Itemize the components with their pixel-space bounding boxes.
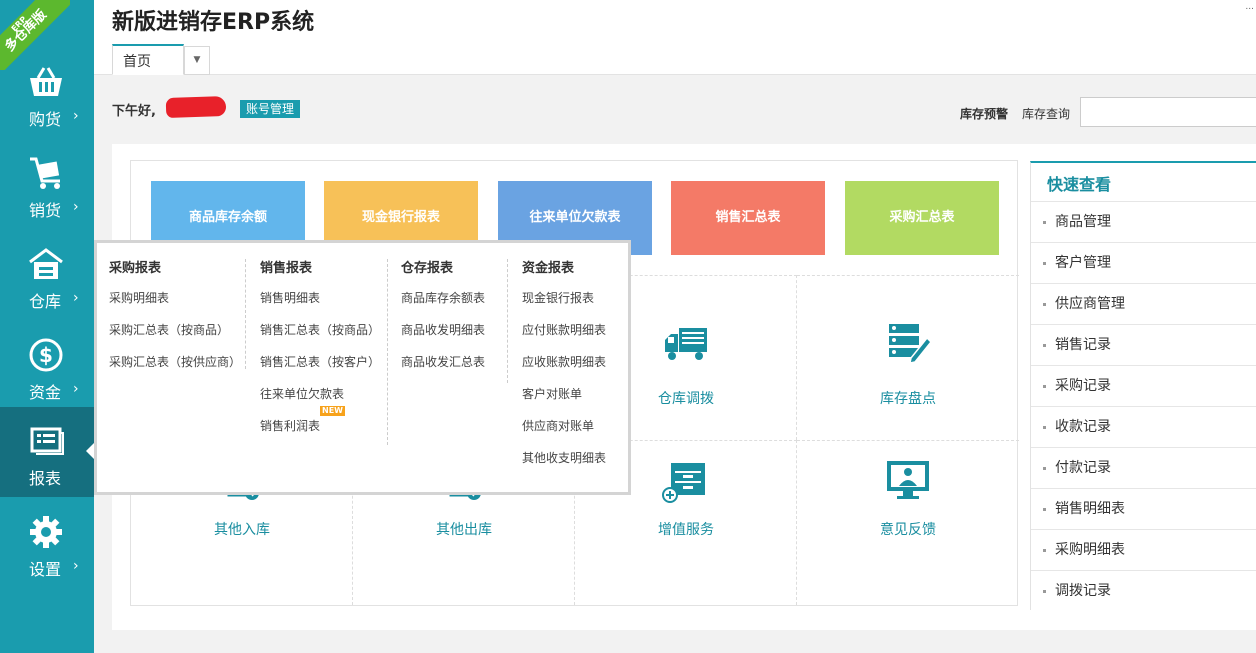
menu-column-stock: 仓存报表 商品库存余额表 商品收发明细表 商品收发汇总表 [401, 257, 485, 385]
report-dropdown-menu: 采购报表 采购明细表 采购汇总表（按商品） 采购汇总表（按供应商） 销售报表 销… [94, 240, 631, 495]
menu-item-purchase-details[interactable]: 采购明细表 [109, 289, 241, 321]
dollar-icon: $ [29, 338, 63, 372]
menu-item-payables[interactable]: 应付账款明细表 [522, 321, 606, 353]
inventory-check-icon [889, 324, 933, 364]
stock-query-input[interactable] [1080, 97, 1256, 127]
quick-item-customer-management[interactable]: 客户管理 [1031, 242, 1256, 283]
stock-alert-link[interactable]: 库存预警 [960, 105, 1008, 122]
menu-item-cash-bank[interactable]: 现金银行报表 [522, 289, 606, 321]
menu-item-supplier-statement[interactable]: 供应商对账单 [522, 417, 606, 449]
app-title: 新版进销存ERP系统 [112, 10, 315, 35]
menu-item-stock-balance[interactable]: 商品库存余额表 [401, 289, 485, 321]
greeting-text: 下午好, [112, 104, 156, 119]
chevron-right-icon: › [73, 381, 79, 397]
sidebar-item-sales[interactable]: 销货 › [0, 139, 94, 229]
quick-item-sales-details[interactable]: 销售明细表 [1031, 488, 1256, 529]
grid-label: 增值服务 [658, 522, 714, 538]
grid-label: 库存盘点 [880, 391, 936, 407]
sidebar-item-warehouse[interactable]: 仓库 › [0, 230, 94, 320]
sidebar-item-purchase[interactable]: 购货 › [0, 48, 94, 138]
menu-separator [387, 259, 388, 445]
menu-item-receivables[interactable]: 应收账款明细表 [522, 353, 606, 385]
quick-item-receipt-records[interactable]: 收款记录 [1031, 406, 1256, 447]
basket-icon [30, 67, 62, 96]
value-added-icon [662, 463, 705, 503]
menu-item-sales-profit[interactable]: 销售利润表 NEW [260, 406, 380, 449]
quick-view-title: 快速查看 [1047, 175, 1112, 194]
chevron-right-icon: › [73, 290, 79, 306]
quick-item-purchase-records[interactable]: 采购记录 [1031, 365, 1256, 406]
redacted-username [165, 95, 227, 119]
menu-item-sales-summary-product[interactable]: 销售汇总表（按商品） [260, 321, 380, 353]
truck-icon [665, 328, 707, 360]
menu-column-funds: 资金报表 现金银行报表 应付账款明细表 应收账款明细表 客户对账单 供应商对账单… [522, 257, 606, 481]
header: 新版进销存ERP系统 首页 ▼ ... [94, 0, 1256, 75]
menu-item-customer-statement[interactable]: 客户对账单 [522, 385, 606, 417]
quick-item-sales-records[interactable]: 销售记录 [1031, 324, 1256, 365]
menu-item-purchase-summary-supplier[interactable]: 采购汇总表（按供应商） [109, 353, 241, 385]
quick-view-panel: 快速查看 商品管理 客户管理 供应商管理 销售记录 采购记录 收款记录 付款记录… [1030, 161, 1256, 610]
corner-mark: ... [1245, 2, 1254, 12]
menu-column-title: 资金报表 [522, 261, 575, 276]
stock-query-label: 库存查询 [1022, 107, 1071, 121]
menu-separator [507, 259, 508, 383]
tab-dropdown-button[interactable]: ▼ [184, 46, 210, 75]
feedback-icon [887, 461, 929, 499]
tile-sales-summary[interactable]: 销售汇总表 [671, 181, 825, 255]
sidebar-item-funds[interactable]: $ 资金 › [0, 321, 94, 411]
sidebar: ERP 多仓库版 购货 › 销货 › 仓库 › $ 资金 › 报表 设置 › [0, 0, 94, 653]
warehouse-icon [29, 248, 63, 279]
menu-column-sales: 销售报表 销售明细表 销售汇总表（按商品） 销售汇总表（按客户） 往来单位欠款表… [260, 257, 380, 449]
chevron-right-icon: › [73, 558, 79, 574]
grid-stock-count[interactable]: 库存盘点 [797, 275, 1019, 440]
grid-label: 其他入库 [214, 522, 270, 538]
tile-purchase-summary[interactable]: 采购汇总表 [845, 181, 999, 255]
sidebar-item-reports[interactable]: 报表 [0, 407, 94, 497]
quick-item-transfer-records[interactable]: 调拨记录 [1031, 570, 1256, 611]
new-badge: NEW [320, 406, 345, 416]
svg-text:$: $ [39, 343, 53, 367]
report-icon [30, 427, 64, 455]
menu-item-other-income-expense[interactable]: 其他收支明细表 [522, 449, 606, 481]
tab-home[interactable]: 首页 [112, 44, 184, 75]
sidebar-item-label: 报表 [28, 469, 61, 488]
gear-icon [30, 516, 62, 548]
menu-column-title: 仓存报表 [401, 261, 454, 276]
chevron-down-icon: ▼ [193, 55, 201, 65]
menu-item-purchase-summary-product[interactable]: 采购汇总表（按商品） [109, 321, 241, 353]
quick-item-supplier-management[interactable]: 供应商管理 [1031, 283, 1256, 324]
active-pointer [86, 443, 94, 459]
quick-item-purchase-details[interactable]: 采购明细表 [1031, 529, 1256, 570]
menu-item-stock-flow-details[interactable]: 商品收发明细表 [401, 321, 485, 353]
sidebar-item-settings[interactable]: 设置 › [0, 498, 94, 588]
quick-item-payment-records[interactable]: 付款记录 [1031, 447, 1256, 488]
account-management-button[interactable]: 账号管理 [240, 100, 301, 118]
grid-label: 意见反馈 [880, 522, 936, 538]
menu-item-sales-details[interactable]: 销售明细表 [260, 289, 380, 321]
quick-item-product-management[interactable]: 商品管理 [1031, 201, 1256, 242]
menu-separator [245, 259, 246, 369]
menu-column-purchase: 采购报表 采购明细表 采购汇总表（按商品） 采购汇总表（按供应商） [109, 257, 241, 385]
menu-column-title: 销售报表 [260, 261, 313, 276]
cart-icon [30, 157, 60, 189]
menu-column-title: 采购报表 [109, 261, 162, 276]
chevron-right-icon: › [73, 108, 79, 124]
menu-item-label: 销售利润表 [260, 419, 321, 433]
menu-item-stock-flow-summary[interactable]: 商品收发汇总表 [401, 353, 485, 385]
grid-feedback[interactable]: 意见反馈 [797, 440, 1019, 605]
chevron-right-icon: › [73, 199, 79, 215]
menu-item-sales-summary-customer[interactable]: 销售汇总表（按客户） [260, 353, 380, 385]
grid-label: 其他出库 [436, 522, 492, 538]
